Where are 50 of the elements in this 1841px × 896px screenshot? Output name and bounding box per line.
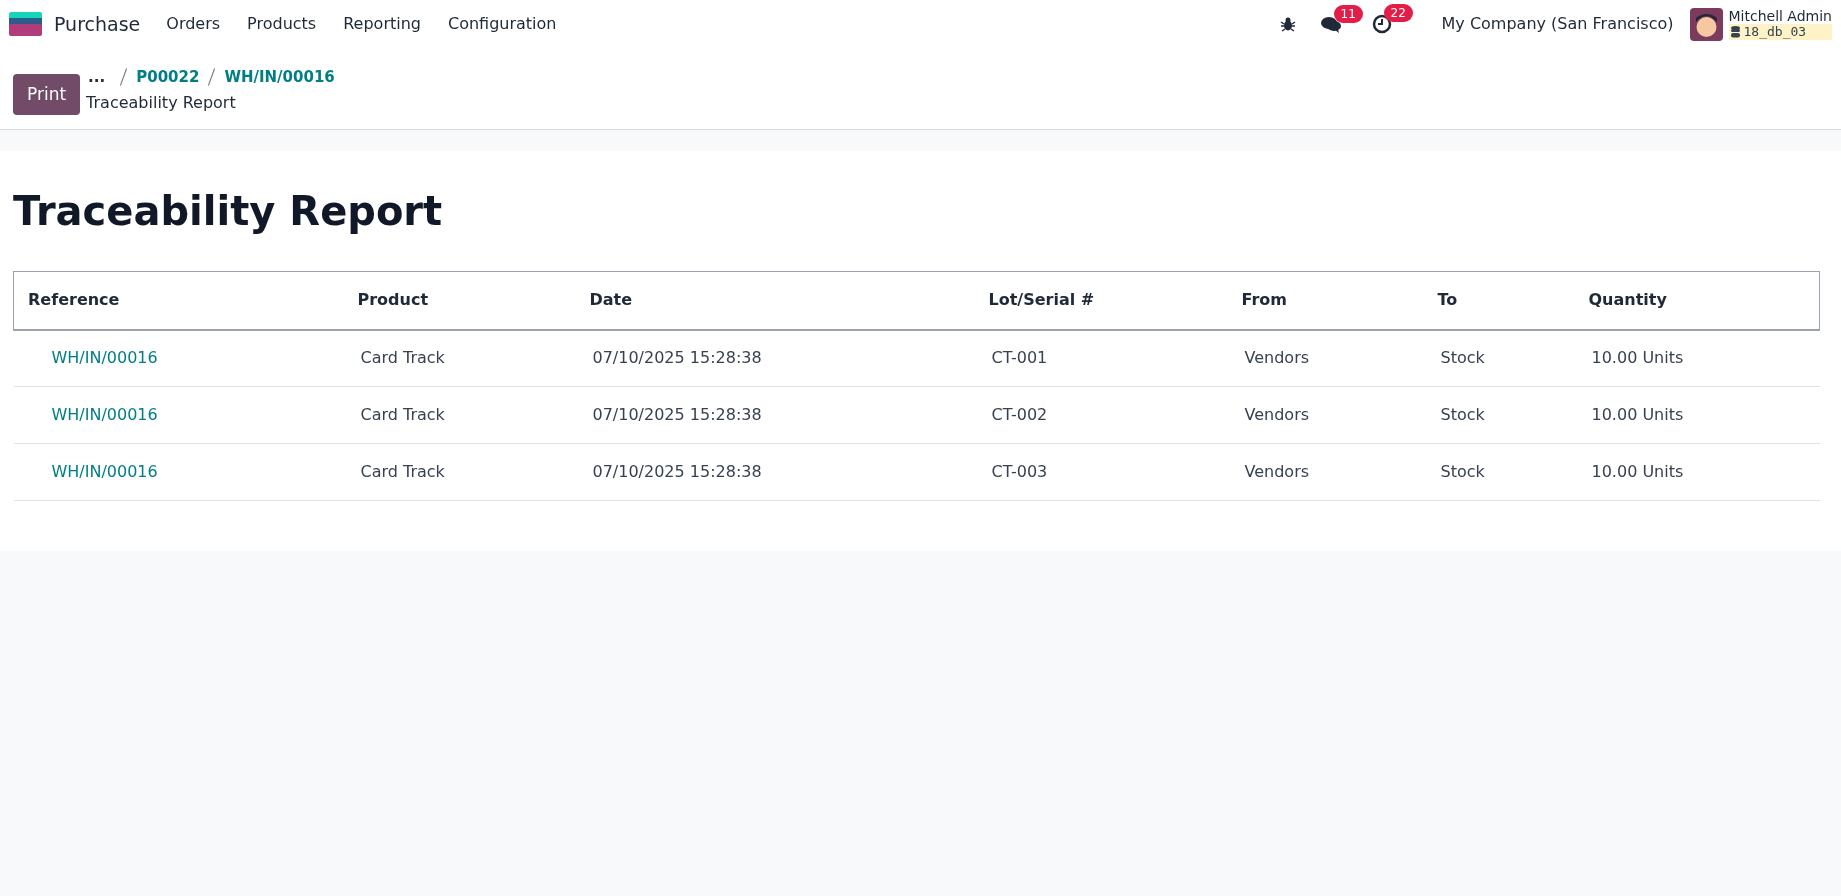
app-name[interactable]: Purchase [54,9,141,39]
breadcrumb-link[interactable]: P00022 [136,66,200,89]
table-cell: 10.00 Units [1591,348,1684,368]
column-header[interactable]: Product [357,290,429,310]
breadcrumb-current: Traceability Report [86,91,237,114]
database-icon [1730,26,1740,38]
table-cell: 10.00 Units [1591,405,1684,424]
avatar-icon[interactable] [1689,7,1723,41]
report-title: Traceability Report [13,187,444,236]
table-cell: CT-001 [991,348,1048,368]
user-name: Mitchell Admin [1728,8,1832,24]
breadcrumb-more[interactable]: ... [88,66,106,89]
activity-count-badge: 22 [1383,4,1413,22]
print-button[interactable]: Print [13,74,81,115]
table-cell: Vendors [1244,348,1310,368]
table-cell: Card Track [360,348,445,368]
column-header[interactable]: Reference [28,290,120,310]
app-logo-icon[interactable] [9,12,42,36]
menu-item[interactable]: Products [247,12,317,36]
table-cell: Stock [1440,462,1485,481]
table-cell: Stock [1440,405,1485,424]
column-header[interactable]: Quantity [1588,290,1667,310]
column-header[interactable]: From [1241,290,1287,310]
bug-icon[interactable] [1279,16,1296,32]
table-cell: CT-003 [991,462,1048,481]
menu-item[interactable]: Reporting [343,12,421,36]
menu-item[interactable]: Configuration [447,12,557,36]
breadcrumb-link[interactable]: WH/IN/00016 [224,66,335,89]
table-cell: Stock [1440,348,1485,368]
column-header[interactable]: Date [589,290,633,310]
company-switcher[interactable]: My Company (San Francisco) [1441,12,1674,36]
menu-item[interactable]: Orders [166,12,221,36]
reference-link[interactable]: WH/IN/00016 [51,348,158,368]
table-cell: Vendors [1244,462,1310,481]
table-cell: CT-002 [991,405,1048,424]
table-cell: 10.00 Units [1591,462,1684,481]
table-cell: Card Track [360,462,445,481]
chat-icon[interactable] [1319,15,1342,33]
table-cell: 07/10/2025 15:28:38 [592,405,762,424]
column-header[interactable]: To [1437,290,1458,310]
table-cell: Vendors [1244,405,1310,424]
reference-link[interactable]: WH/IN/00016 [51,462,158,481]
table-cell: 07/10/2025 15:28:38 [592,348,762,368]
column-header[interactable]: Lot/Serial # [988,290,1095,310]
table-cell: 07/10/2025 15:28:38 [592,462,762,481]
database-name: 18_db_03 [1743,24,1807,40]
message-count-badge: 11 [1333,5,1363,23]
clock-icon[interactable] [1371,14,1392,34]
table-cell: Card Track [360,405,445,424]
reference-link[interactable]: WH/IN/00016 [51,405,158,424]
